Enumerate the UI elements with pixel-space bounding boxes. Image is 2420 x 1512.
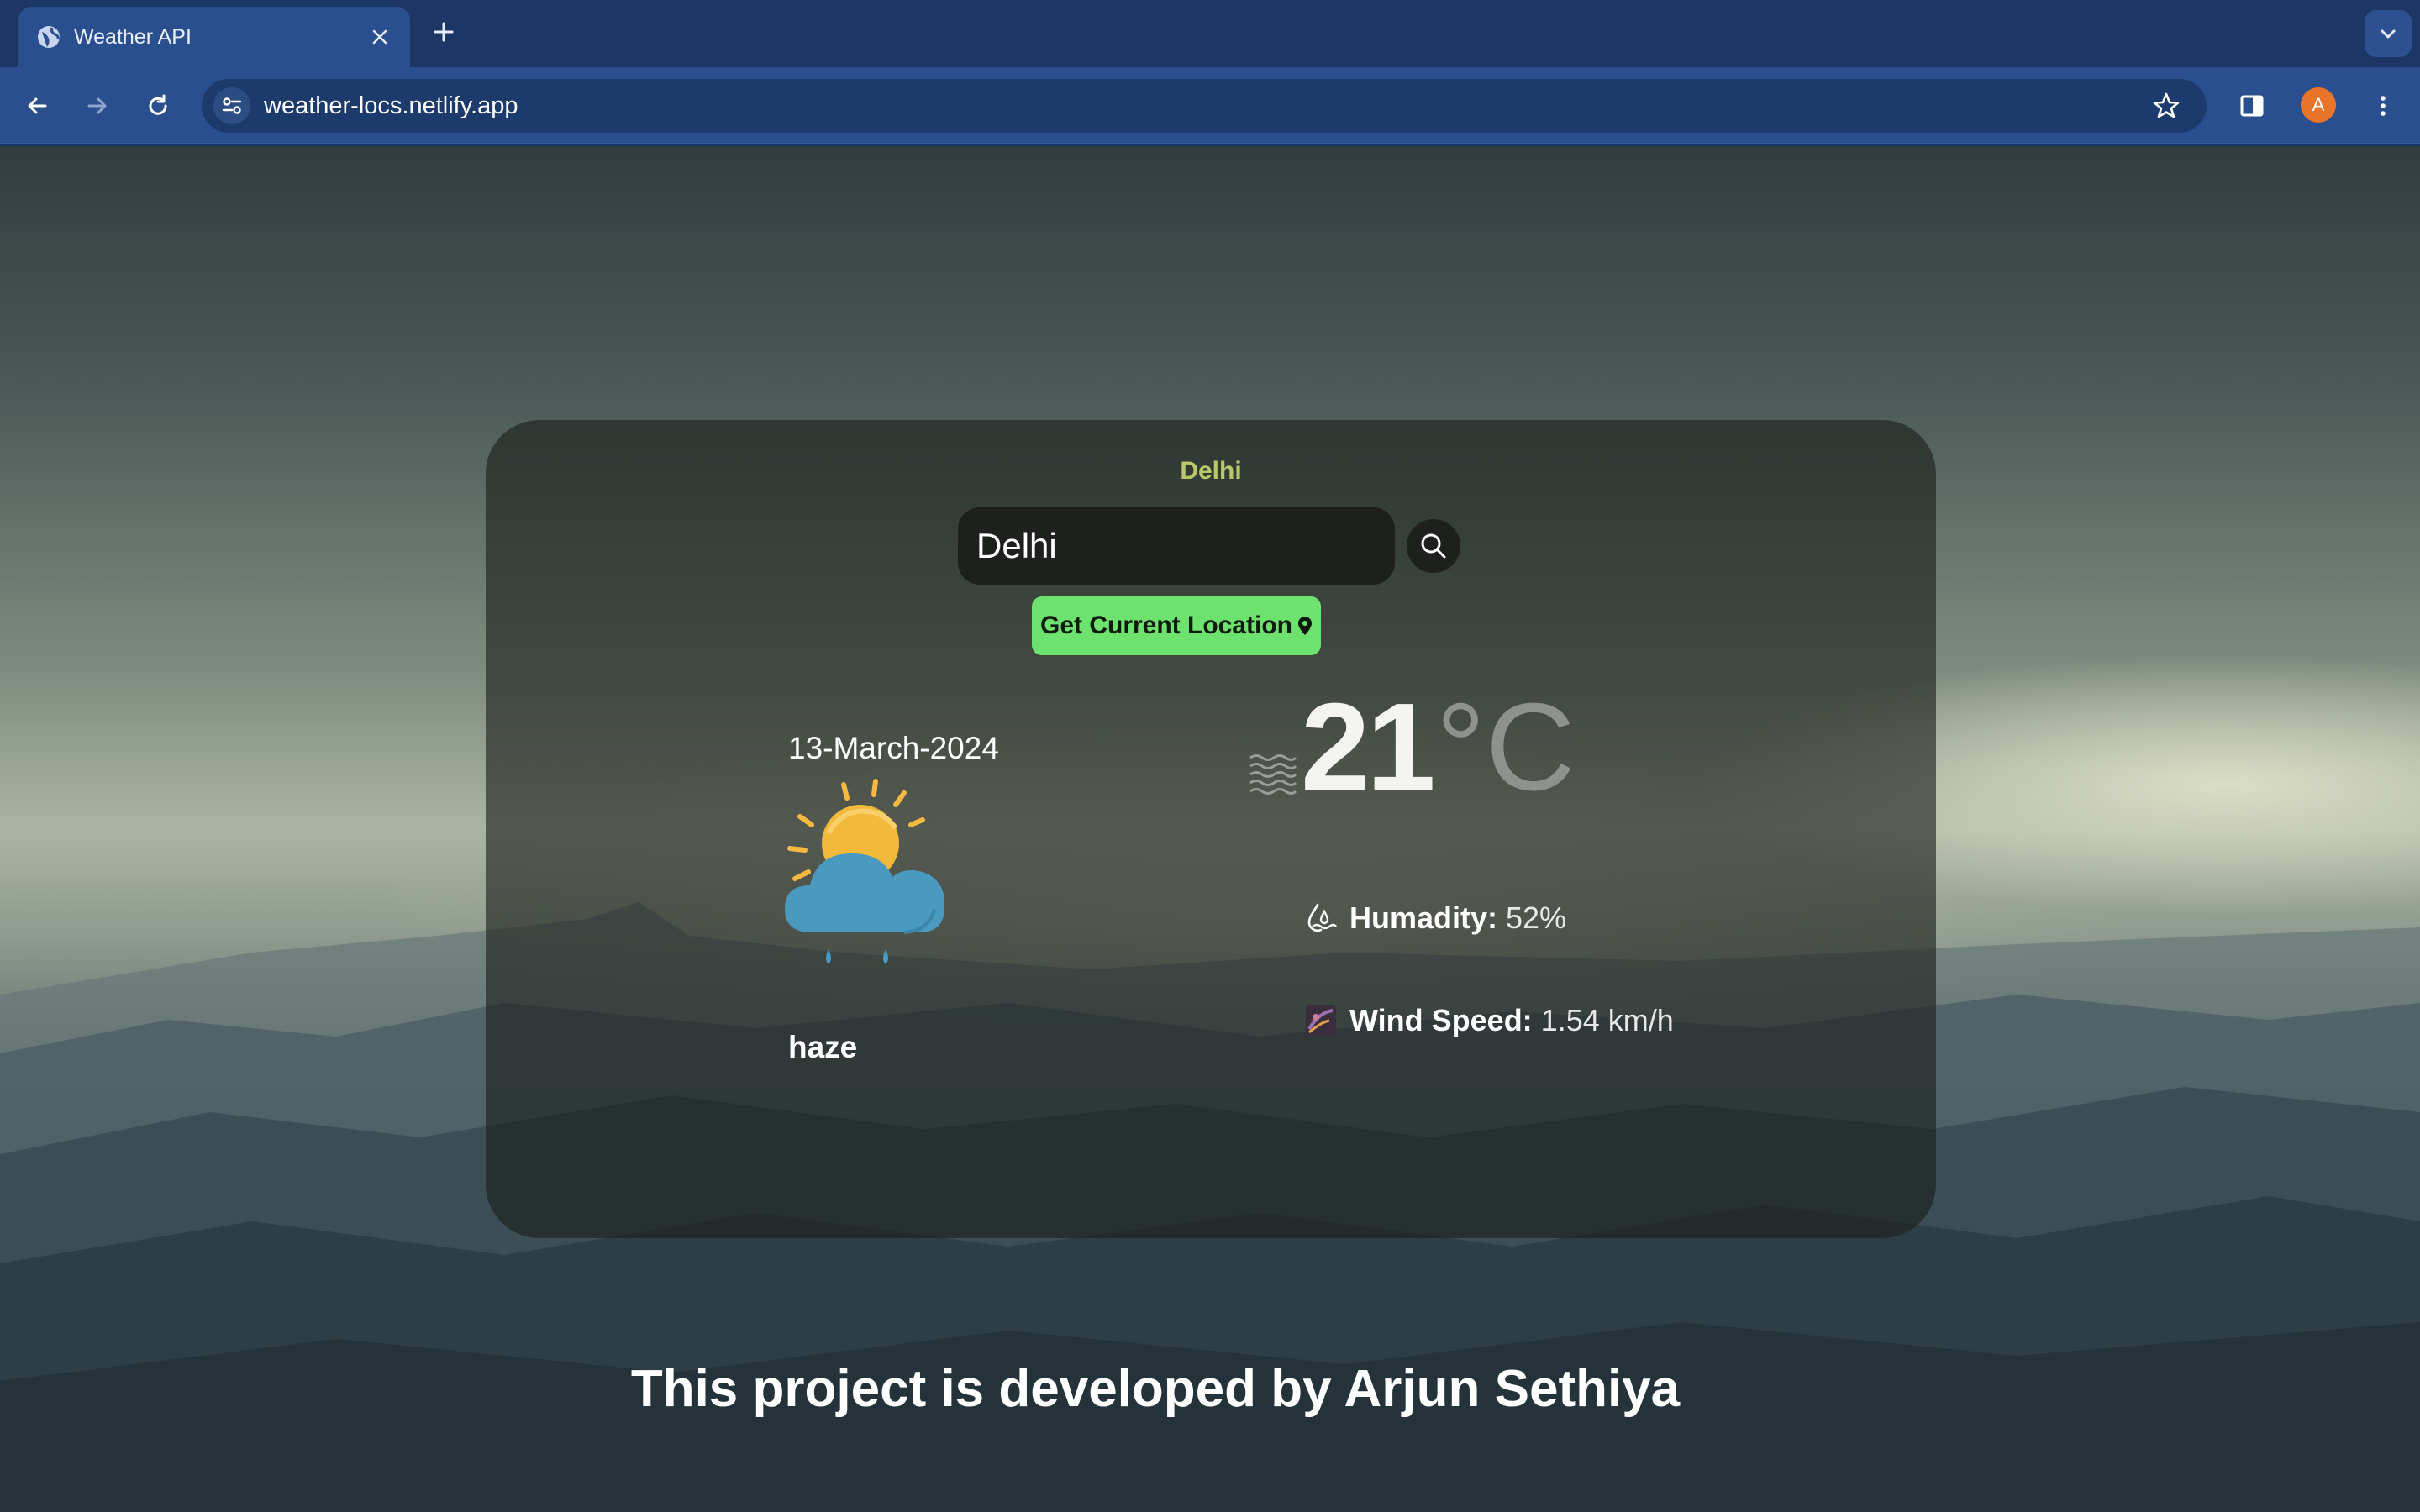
forward-arrow-icon (87, 97, 107, 114)
wind-speed-row: Wind Speed: 1.54 km/h (1304, 1003, 1674, 1038)
browser-menu-button[interactable] (2363, 86, 2403, 126)
tab-strip: Weather API (0, 0, 2420, 67)
search-button[interactable] (1407, 519, 1460, 573)
forward-button[interactable] (77, 86, 118, 126)
temperature-value: 21 (1301, 678, 1436, 816)
humidity-label: Humadity: (1349, 900, 1498, 935)
weather-condition: haze (788, 1030, 858, 1064)
wind-icon (1306, 1005, 1336, 1036)
browser-tab[interactable]: Weather API (18, 7, 410, 67)
kebab-menu-icon (2381, 96, 2386, 116)
sun-cloud-rain-icon (785, 779, 945, 964)
star-icon[interactable] (2149, 89, 2183, 123)
humidity-row: Humadity: 52% (1304, 900, 1566, 936)
wind-speed-label: Wind Speed: (1349, 1003, 1533, 1037)
wind-speed-value: 1.54 km/h (1540, 1003, 1674, 1037)
city-search-input[interactable] (958, 507, 1395, 585)
plus-icon[interactable] (429, 17, 459, 47)
humidity-icon (1307, 903, 1337, 932)
reload-button[interactable] (138, 86, 178, 126)
chevron-down-icon (2381, 29, 2396, 39)
back-arrow-icon (28, 97, 47, 114)
date-label: 13-March-2024 (788, 731, 999, 765)
temperature-unit: °C (1435, 678, 1576, 816)
developer-credit: This project is developed by Arjun Sethi… (630, 1360, 1681, 1418)
side-panel-icon (2240, 95, 2264, 117)
weather-card: Delhi Get Current Location 13-March-2024… (486, 420, 1936, 1238)
city-name: Delhi (1180, 457, 1242, 485)
site-settings-icon[interactable] (213, 87, 250, 124)
address-bar[interactable]: weather-locs.netlify.app (202, 79, 2207, 133)
back-button[interactable] (17, 86, 57, 126)
tab-title: Weather API (74, 25, 192, 49)
humidity-value: 52% (1506, 900, 1567, 935)
location-button-label: Get Current Location (1039, 612, 1292, 639)
side-panel-button[interactable] (2232, 86, 2272, 126)
reload-icon (149, 94, 167, 115)
avatar[interactable]: A (2301, 87, 2336, 123)
get-current-location-button[interactable]: Get Current Location (1032, 596, 1321, 655)
close-icon[interactable] (366, 24, 393, 50)
tab-search-button[interactable] (2365, 10, 2412, 57)
page-viewport: Delhi Get Current Location 13-March-2024… (0, 146, 2420, 1512)
search-icon (1421, 533, 1446, 559)
globe-icon (38, 26, 60, 48)
map-pin-icon (1298, 617, 1312, 635)
temperature-display: 21 °C (1301, 685, 1576, 810)
browser-toolbar: weather-locs.netlify.app (0, 67, 2420, 144)
url-text[interactable]: weather-locs.netlify.app (264, 92, 518, 120)
haze-icon (1249, 754, 1297, 795)
